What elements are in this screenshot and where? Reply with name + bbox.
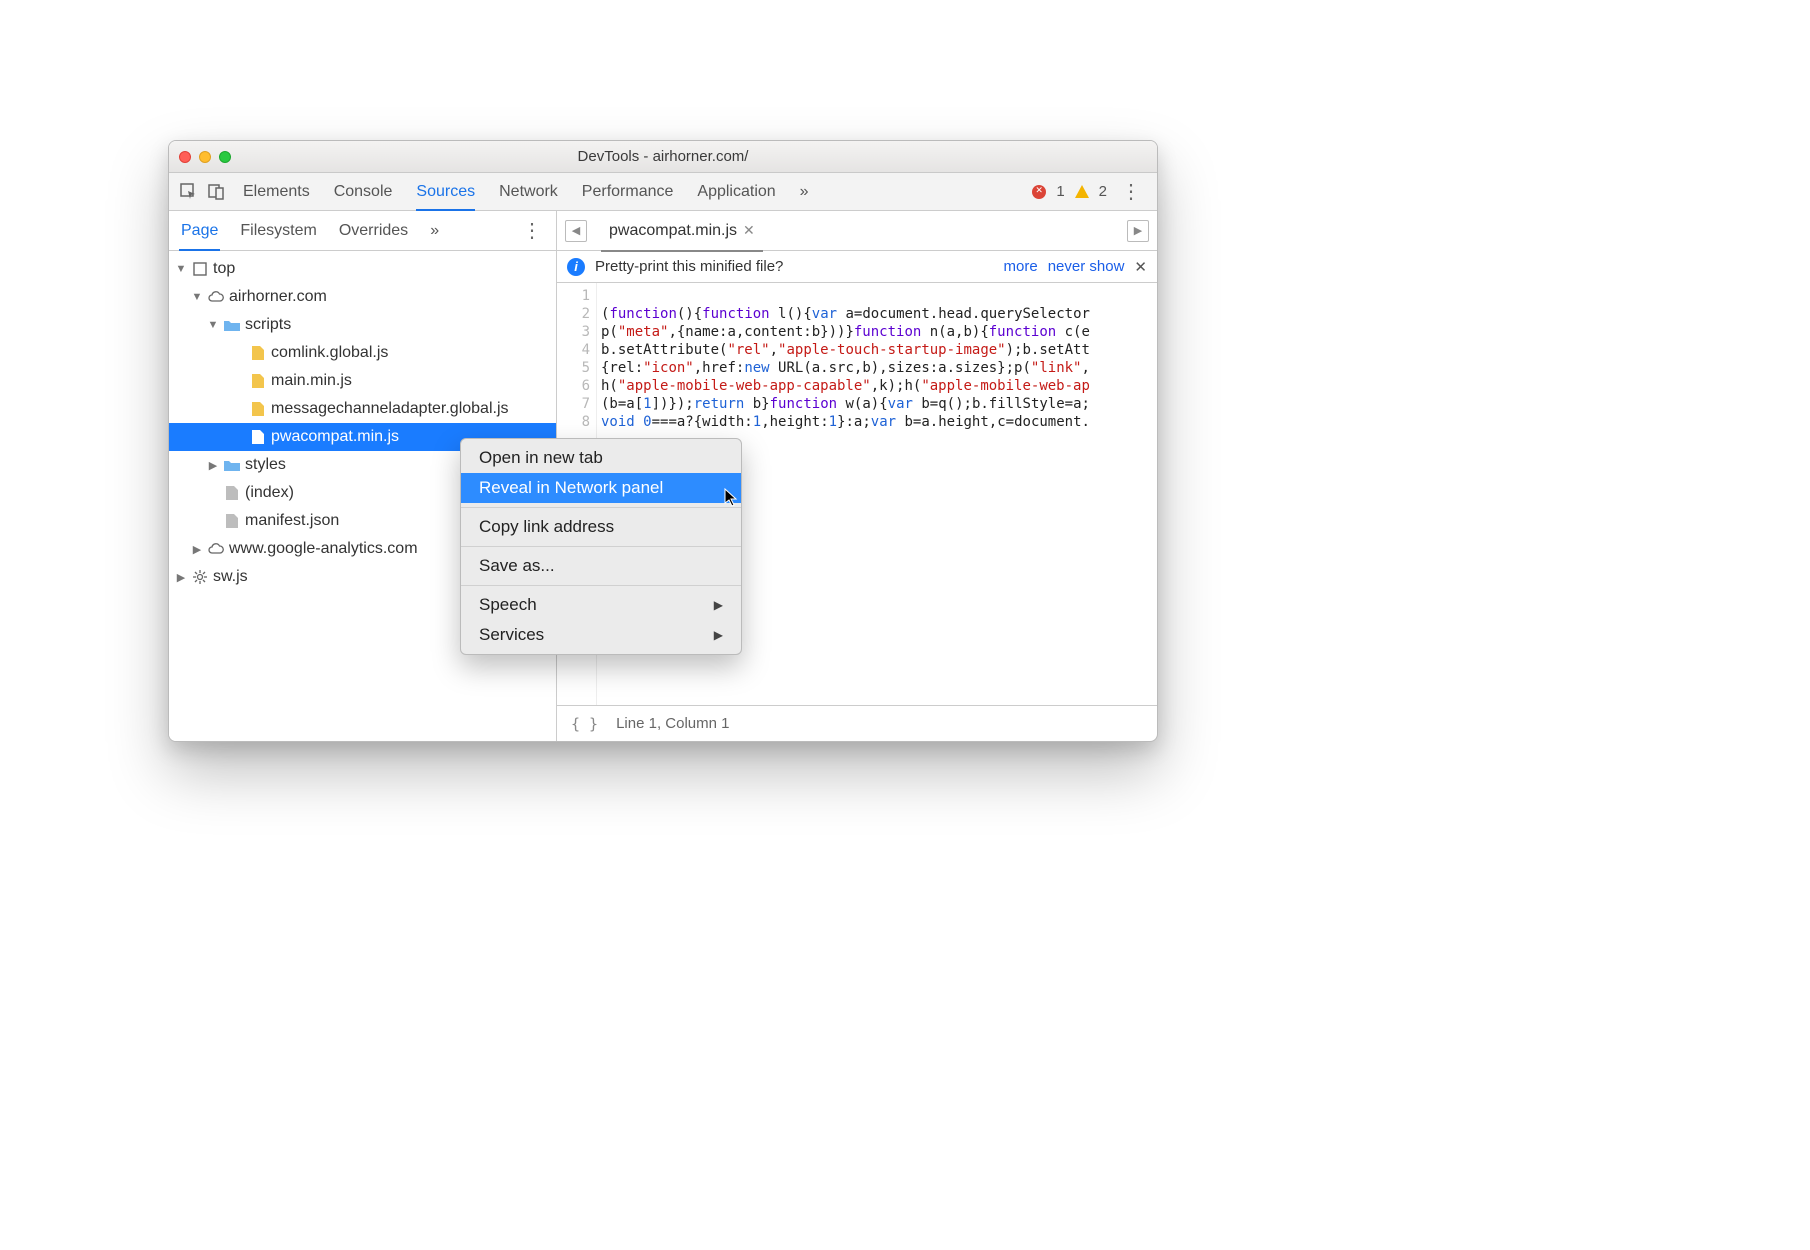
warning-count: 2 xyxy=(1099,183,1107,200)
tab-console[interactable]: Console xyxy=(334,173,393,210)
tree-file-label: messagechanneladapter.global.js xyxy=(271,400,509,418)
inspect-element-icon[interactable] xyxy=(177,180,201,204)
ctx-copy-link[interactable]: Copy link address xyxy=(461,512,741,542)
js-file-icon xyxy=(249,346,267,360)
infobar-close-icon[interactable]: ✕ xyxy=(1134,258,1147,276)
chevron-right-icon: ▶ xyxy=(714,628,723,642)
tree-file-main[interactable]: main.min.js xyxy=(169,367,556,395)
cloud-icon xyxy=(207,291,225,303)
tree-top[interactable]: ▼ top xyxy=(169,255,556,283)
open-files-bar: ◀ pwacompat.min.js ✕ ▶ xyxy=(557,211,1157,250)
context-menu: Open in new tab Reveal in Network panel … xyxy=(460,438,742,655)
tree-sw-label: sw.js xyxy=(213,568,248,586)
tab-performance[interactable]: Performance xyxy=(582,173,674,210)
frame-icon xyxy=(191,262,209,276)
ctx-reveal-network[interactable]: Reveal in Network panel xyxy=(461,473,741,503)
document-icon xyxy=(223,514,241,528)
main-tabbar: Elements Console Sources Network Perform… xyxy=(169,173,1157,211)
tree-styles-label: styles xyxy=(245,456,286,474)
device-toolbar-icon[interactable] xyxy=(205,180,229,204)
file-nav-next-icon[interactable]: ▶ xyxy=(1127,220,1149,242)
maximize-window-button[interactable] xyxy=(219,151,231,163)
ctx-speech[interactable]: Speech▶ xyxy=(461,590,741,620)
tree-file-comlink[interactable]: comlink.global.js xyxy=(169,339,556,367)
js-file-icon xyxy=(249,430,267,444)
mouse-cursor-icon xyxy=(724,488,740,511)
tab-network[interactable]: Network xyxy=(499,173,558,210)
tree-scripts-label: scripts xyxy=(245,316,291,334)
navigator-tabs: Page Filesystem Overrides » ⋮ xyxy=(169,211,557,250)
format-braces-icon[interactable]: { } xyxy=(571,715,598,733)
document-icon xyxy=(223,486,241,500)
window-title: DevTools - airhorner.com/ xyxy=(169,148,1157,165)
ctx-separator xyxy=(461,507,741,508)
pretty-print-infobar: i Pretty-print this minified file? more … xyxy=(557,251,1157,283)
error-count: 1 xyxy=(1056,183,1064,200)
subtab-page[interactable]: Page xyxy=(179,211,220,250)
tree-file-label: (index) xyxy=(245,484,294,502)
tree-file-label: manifest.json xyxy=(245,512,339,530)
js-file-icon xyxy=(249,402,267,416)
tab-sources[interactable]: Sources xyxy=(416,173,475,210)
ctx-separator xyxy=(461,546,741,547)
tab-application[interactable]: Application xyxy=(697,173,775,210)
error-icon xyxy=(1032,185,1046,199)
close-window-button[interactable] xyxy=(179,151,191,163)
close-file-icon[interactable]: ✕ xyxy=(743,222,755,239)
infobar-never-link[interactable]: never show xyxy=(1048,258,1125,275)
tab-elements[interactable]: Elements xyxy=(243,173,310,210)
js-file-icon xyxy=(249,374,267,388)
ctx-services[interactable]: Services▶ xyxy=(461,620,741,650)
tree-top-label: top xyxy=(213,260,235,278)
navigator-more-icon[interactable]: ⋮ xyxy=(518,218,546,243)
ctx-open-new-tab[interactable]: Open in new tab xyxy=(461,443,741,473)
file-nav-prev-icon[interactable]: ◀ xyxy=(565,220,587,242)
ctx-separator xyxy=(461,585,741,586)
minimize-window-button[interactable] xyxy=(199,151,211,163)
more-menu-icon[interactable]: ⋮ xyxy=(1117,179,1145,204)
secondary-row: Page Filesystem Overrides » ⋮ ◀ pwacompa… xyxy=(169,211,1157,251)
cursor-position: Line 1, Column 1 xyxy=(616,715,729,732)
tree-file-label: comlink.global.js xyxy=(271,344,388,362)
tree-host-label: airhorner.com xyxy=(229,288,327,306)
titlebar: DevTools - airhorner.com/ xyxy=(169,141,1157,173)
subtab-overrides[interactable]: Overrides xyxy=(337,211,410,250)
tree-file-label: main.min.js xyxy=(271,372,352,390)
tree-file-label: pwacompat.min.js xyxy=(271,428,399,446)
subtabs-overflow-icon[interactable]: » xyxy=(428,211,441,250)
folder-icon xyxy=(223,319,241,331)
cloud-icon xyxy=(207,543,225,555)
warning-icon xyxy=(1075,185,1089,198)
tree-host[interactable]: ▼ airhorner.com xyxy=(169,283,556,311)
traffic-lights xyxy=(179,151,231,163)
infobar-more-link[interactable]: more xyxy=(1004,258,1038,275)
infobar-text: Pretty-print this minified file? xyxy=(595,258,783,275)
open-file-tab[interactable]: pwacompat.min.js ✕ xyxy=(601,217,763,245)
editor-statusbar: { } Line 1, Column 1 xyxy=(557,705,1157,741)
tree-ga-label: www.google-analytics.com xyxy=(229,540,418,558)
folder-icon xyxy=(223,459,241,471)
ctx-save-as[interactable]: Save as... xyxy=(461,551,741,581)
error-warning-chip[interactable]: 1 2 xyxy=(1032,183,1107,200)
tree-scripts-folder[interactable]: ▼ scripts xyxy=(169,311,556,339)
open-file-name: pwacompat.min.js xyxy=(609,222,737,240)
gear-icon xyxy=(191,570,209,584)
tree-file-messagechannel[interactable]: messagechanneladapter.global.js xyxy=(169,395,556,423)
info-icon: i xyxy=(567,258,585,276)
chevron-right-icon: ▶ xyxy=(714,598,723,612)
subtab-filesystem[interactable]: Filesystem xyxy=(238,211,318,250)
tabs-overflow-icon[interactable]: » xyxy=(800,173,809,210)
